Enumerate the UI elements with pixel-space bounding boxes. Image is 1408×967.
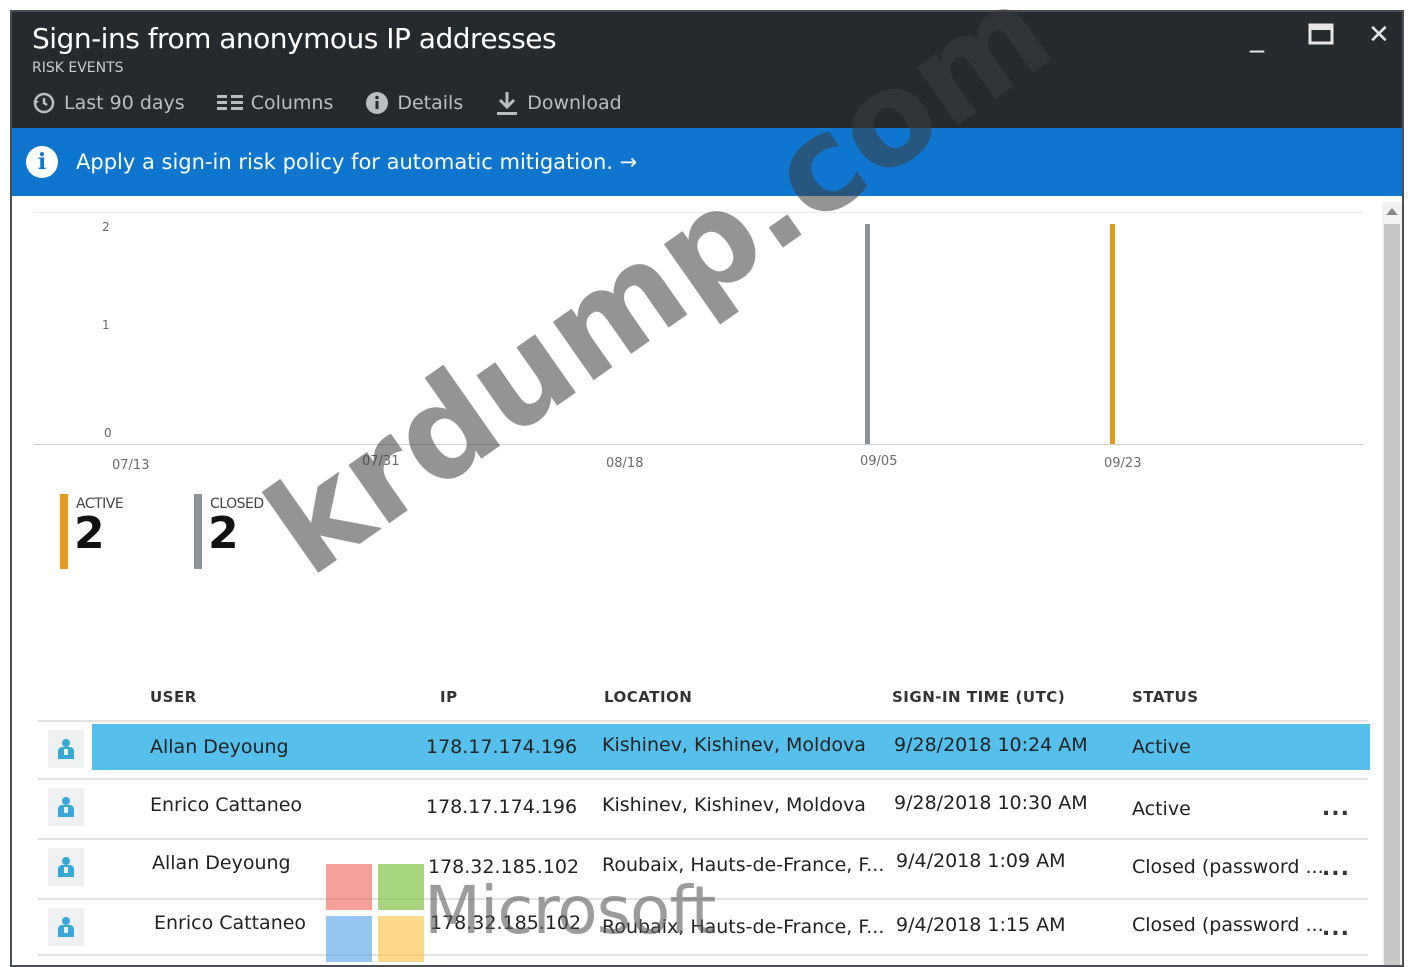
user-avatar-icon xyxy=(48,908,84,946)
chart-bar-active[interactable] xyxy=(1110,224,1115,444)
x-tick-label: 08/18 xyxy=(606,456,644,471)
chart-bar-closed[interactable] xyxy=(865,224,870,444)
cell-ip: 178.32.185.102 xyxy=(428,856,580,878)
columns-icon xyxy=(216,95,243,110)
cell-ip: 178.17.174.196 xyxy=(426,736,578,758)
download-button[interactable]: Download xyxy=(495,90,622,116)
table-row[interactable]: Enrico Cattaneo 178.17.174.196 Kishinev,… xyxy=(38,778,1368,836)
details-label: Details xyxy=(397,92,464,114)
scroll-up-icon[interactable] xyxy=(1386,208,1398,215)
cell-ip: 178.32.185.102 xyxy=(430,912,582,934)
cell-user: Allan Deyoung xyxy=(152,852,291,874)
maximize-button[interactable] xyxy=(1308,18,1334,53)
cell-signin-time: 9/4/2018 1:09 AM xyxy=(896,850,1066,872)
date-range-button[interactable]: Last 90 days xyxy=(32,90,185,116)
details-button[interactable]: Details xyxy=(365,90,463,116)
column-header-status[interactable]: STATUS xyxy=(1132,688,1199,706)
y-tick-label: 1 xyxy=(102,318,110,332)
cell-status: Active xyxy=(1132,798,1191,820)
history-clock-icon xyxy=(33,92,55,114)
page-subtitle: RISK EVENTS xyxy=(32,60,124,76)
cell-location: Kishinev, Kishinev, Moldova xyxy=(602,794,866,816)
page-title: Sign-ins from anonymous IP addresses xyxy=(32,22,557,55)
table-row[interactable]: Allan Deyoung 178.32.185.102 Roubaix, Ha… xyxy=(38,838,1368,896)
y-tick-label: 0 xyxy=(104,426,112,440)
cell-signin-time: 9/4/2018 1:15 AM xyxy=(896,914,1066,936)
policy-banner[interactable]: i Apply a sign-in risk policy for automa… xyxy=(12,128,1402,196)
legend-active-swatch xyxy=(60,494,68,569)
blade-window: Sign-ins from anonymous IP addresses RIS… xyxy=(10,10,1404,967)
risk-events-chart: 2 1 0 07/13 07/31 08/18 09/05 09/23 xyxy=(34,212,1374,482)
table-row[interactable]: Enrico Cattaneo 178.32.185.102 Roubaix, … xyxy=(38,898,1368,956)
x-tick-label: 09/23 xyxy=(1104,456,1142,471)
minimize-button[interactable]: _ xyxy=(1250,20,1264,53)
user-avatar-icon xyxy=(48,848,84,886)
columns-label: Columns xyxy=(250,92,334,114)
column-header-ip[interactable]: IP xyxy=(440,688,458,706)
cell-status: Closed (password ... xyxy=(1132,914,1324,936)
cell-signin-time: 9/28/2018 10:24 AM xyxy=(894,734,1088,756)
cell-user: Enrico Cattaneo xyxy=(154,912,307,934)
legend-active-count: 2 xyxy=(74,508,105,559)
info-icon: i xyxy=(26,146,58,178)
chart-top-line xyxy=(34,212,1364,213)
x-tick-label: 07/31 xyxy=(362,454,400,469)
cell-location: Kishinev, Kishinev, Moldova xyxy=(602,734,866,756)
legend-closed-swatch xyxy=(194,494,202,569)
column-header-signin-time[interactable]: SIGN-IN TIME (UTC) xyxy=(892,688,1065,706)
cell-status: Active xyxy=(1132,736,1191,758)
cell-location: Roubaix, Hauts-de-France, F... xyxy=(602,854,885,876)
user-avatar-icon xyxy=(48,730,84,768)
download-icon xyxy=(497,92,518,115)
close-button[interactable]: ✕ xyxy=(1368,20,1390,50)
y-tick-label: 2 xyxy=(102,220,110,234)
column-header-location[interactable]: LOCATION xyxy=(604,688,692,706)
date-range-label: Last 90 days xyxy=(64,92,185,114)
cell-location: Roubaix, Hauts-de-France, F... xyxy=(602,916,885,938)
columns-button[interactable]: Columns xyxy=(216,90,334,116)
download-label: Download xyxy=(527,92,622,114)
cell-user: Allan Deyoung xyxy=(150,736,289,758)
title-bar: Sign-ins from anonymous IP addresses RIS… xyxy=(12,12,1402,128)
policy-banner-message: Apply a sign-in risk policy for automati… xyxy=(76,150,638,174)
maximize-icon xyxy=(1308,23,1334,45)
legend-closed-count: 2 xyxy=(208,508,239,559)
row-more-button[interactable]: ... xyxy=(1322,796,1350,821)
toolbar: Last 90 days Columns Details Download xyxy=(32,90,654,116)
row-more-button[interactable]: ... xyxy=(1322,856,1350,881)
cell-status: Closed (password ... xyxy=(1132,856,1324,878)
scrollbar-thumb[interactable] xyxy=(1384,224,1400,965)
x-axis xyxy=(34,444,1364,445)
column-header-user[interactable]: USER xyxy=(150,688,197,706)
cell-signin-time: 9/28/2018 10:30 AM xyxy=(894,792,1088,814)
x-tick-label: 07/13 xyxy=(112,458,150,473)
x-tick-label: 09/05 xyxy=(860,454,898,469)
user-avatar-icon xyxy=(48,788,84,826)
cell-ip: 178.17.174.196 xyxy=(426,796,578,818)
cell-user: Enrico Cattaneo xyxy=(150,794,303,816)
table-row[interactable]: Allan Deyoung 178.17.174.196 Kishinev, K… xyxy=(38,720,1370,778)
info-icon xyxy=(366,92,389,114)
vertical-scrollbar[interactable] xyxy=(1382,202,1402,965)
row-more-button[interactable]: ... xyxy=(1322,916,1350,941)
